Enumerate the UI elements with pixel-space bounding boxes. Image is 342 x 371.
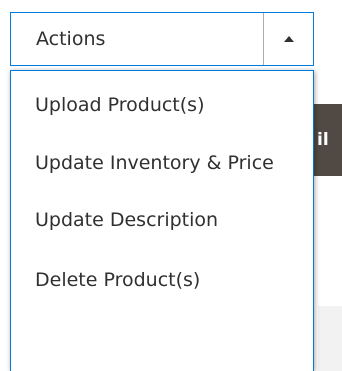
background-panel-strip (318, 306, 342, 371)
menu-item-delete-products[interactable]: Delete Product(s) (11, 266, 313, 295)
actions-dropdown-menu: Upload Product(s) Update Inventory & Pri… (10, 70, 314, 371)
actions-menu-list: Upload Product(s) Update Inventory & Pri… (11, 91, 313, 295)
actions-toggle-label: Actions (36, 28, 106, 50)
actions-dropdown-region: il Actions Upload Product(s) Update Inve… (0, 0, 342, 371)
menu-item-update-inventory-price[interactable]: Update Inventory & Price (11, 149, 313, 178)
menu-item-update-description[interactable]: Update Description (11, 206, 313, 235)
menu-item-upload-products[interactable]: Upload Product(s) (11, 91, 313, 120)
actions-dropdown-toggle[interactable]: Actions (10, 12, 314, 66)
triangle-up-icon (283, 36, 294, 42)
actions-toggle-arrow-button[interactable] (263, 13, 313, 65)
